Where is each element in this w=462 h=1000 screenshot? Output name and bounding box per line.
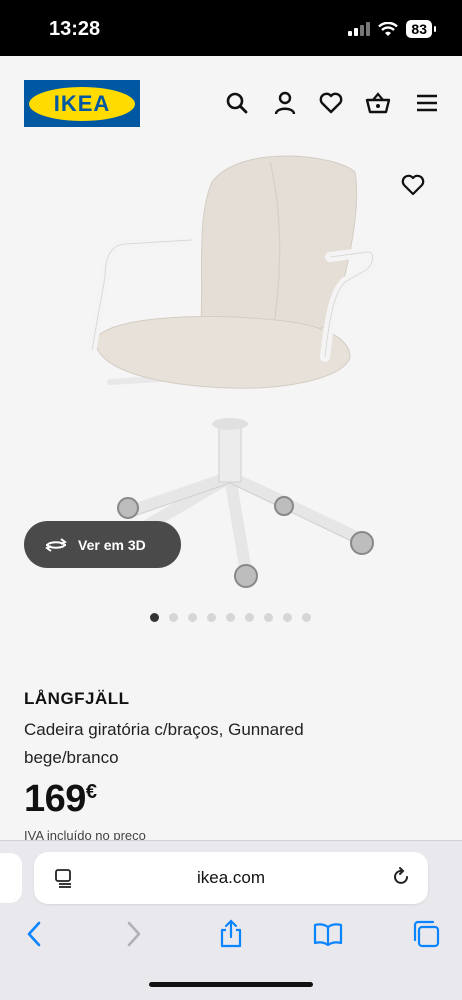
status-icons: 83 bbox=[348, 20, 436, 38]
price-value: 169 bbox=[24, 778, 86, 820]
view-3d-button[interactable]: Ver em 3D bbox=[24, 521, 181, 568]
pagination-dot[interactable] bbox=[169, 613, 178, 622]
pagination-dot[interactable] bbox=[150, 613, 159, 622]
share-icon[interactable] bbox=[216, 919, 246, 949]
reload-icon[interactable] bbox=[390, 866, 412, 888]
rotate-3d-icon bbox=[45, 537, 67, 552]
header-icons bbox=[224, 90, 444, 118]
wifi-icon bbox=[378, 21, 399, 36]
logo-text: IKEA bbox=[53, 90, 111, 116]
pagination-dot[interactable] bbox=[226, 613, 235, 622]
user-icon[interactable] bbox=[272, 90, 298, 116]
heart-icon[interactable] bbox=[318, 90, 344, 116]
site-header: IKEA bbox=[0, 56, 462, 152]
status-time: 13:28 bbox=[49, 18, 101, 40]
price-currency: € bbox=[85, 781, 97, 803]
forward-icon[interactable] bbox=[118, 919, 148, 949]
tabs-icon[interactable] bbox=[411, 919, 441, 949]
product-description: Cadeira giratória c/braços, Gunnared beg… bbox=[24, 720, 304, 767]
shopping-basket-icon[interactable] bbox=[365, 90, 391, 116]
signal-icon bbox=[348, 22, 371, 36]
ikea-logo[interactable]: IKEA bbox=[24, 80, 140, 127]
product-price: 169€ bbox=[24, 778, 97, 821]
battery-icon: 83 bbox=[406, 20, 436, 38]
url-text: ikea.com bbox=[196, 868, 266, 887]
pagination-dot[interactable] bbox=[188, 613, 197, 622]
search-icon[interactable] bbox=[224, 90, 250, 116]
home-indicator bbox=[149, 982, 313, 987]
favourite-heart-icon[interactable] bbox=[400, 172, 426, 198]
pagination-dot[interactable] bbox=[264, 613, 273, 622]
image-pagination bbox=[150, 613, 311, 622]
address-bar[interactable]: ikea.com bbox=[34, 852, 428, 904]
status-bar: 13:28 83 bbox=[0, 0, 462, 56]
menu-icon[interactable] bbox=[414, 90, 440, 116]
view-3d-label: Ver em 3D bbox=[78, 536, 146, 553]
logo-oval: IKEA bbox=[29, 86, 135, 121]
product-name: LÅNGFJÄLL bbox=[24, 689, 130, 708]
previous-tab-preview[interactable] bbox=[0, 853, 22, 903]
bookmarks-icon[interactable] bbox=[313, 919, 343, 949]
pagination-dot[interactable] bbox=[283, 613, 292, 622]
browser-toolbar: ikea.com bbox=[0, 840, 462, 1000]
product-image-area[interactable]: Ver em 3D bbox=[0, 152, 462, 592]
back-icon[interactable] bbox=[20, 919, 50, 949]
pagination-dot[interactable] bbox=[302, 613, 311, 622]
pagination-dot[interactable] bbox=[245, 613, 254, 622]
pagination-dot[interactable] bbox=[207, 613, 216, 622]
